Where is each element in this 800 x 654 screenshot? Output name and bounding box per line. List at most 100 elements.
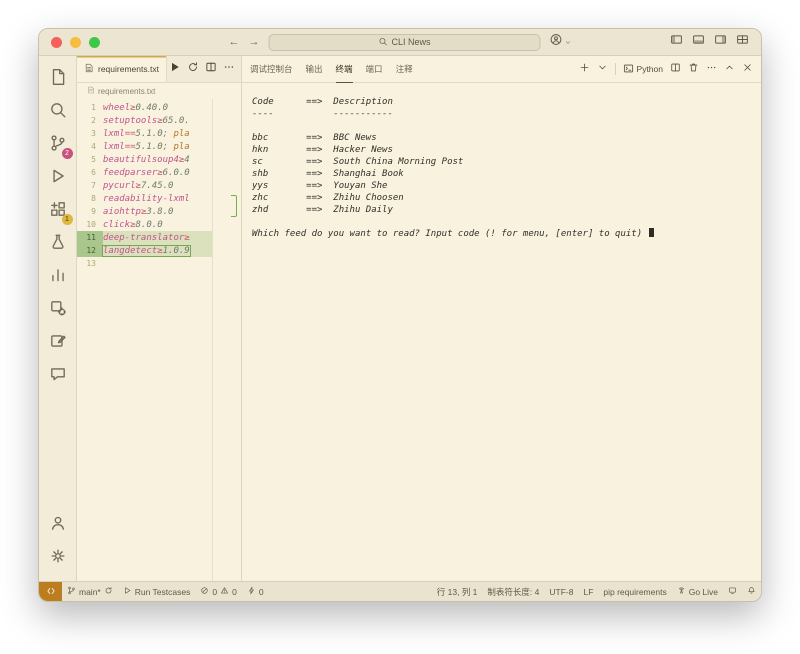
more-actions-icon[interactable] bbox=[223, 60, 235, 78]
code-line[interactable]: 12langdetect≥1.0.9 bbox=[77, 244, 212, 257]
code-line[interactable]: 8readability-lxml bbox=[77, 192, 212, 205]
code-line[interactable]: 13 bbox=[77, 257, 212, 270]
code-line[interactable]: 9aiohttp≥3.8.0 bbox=[77, 205, 212, 218]
maximize-panel-icon[interactable] bbox=[724, 60, 735, 78]
customize-layout-icon[interactable] bbox=[736, 33, 749, 51]
rerun-icon[interactable] bbox=[187, 60, 199, 78]
code-line[interactable]: 2setuptools≥65.0. bbox=[77, 114, 212, 127]
panel-tab-ports[interactable]: 端口 bbox=[366, 56, 383, 83]
panel-tab-debug-console[interactable]: 调试控制台 bbox=[250, 56, 293, 83]
editor-group: requirements.txt requirements.txt 1wheel… bbox=[77, 56, 242, 581]
file-icon bbox=[84, 63, 94, 75]
cursor-position[interactable]: 行 13, 列 1 bbox=[432, 582, 483, 601]
activity-comments[interactable] bbox=[43, 360, 73, 393]
zoom-window-button[interactable] bbox=[89, 37, 100, 48]
activity-settings[interactable] bbox=[43, 542, 73, 575]
terminal-tab-python[interactable]: Python bbox=[623, 63, 663, 76]
activity-extensions[interactable]: 1 bbox=[43, 195, 73, 228]
chat-icon bbox=[49, 365, 67, 388]
activity-explorer[interactable] bbox=[43, 63, 73, 96]
encoding-indicator[interactable]: UTF-8 bbox=[544, 582, 578, 601]
terminal-line: sc ==> South China Morning Post bbox=[252, 156, 755, 168]
ports-status[interactable]: 0 bbox=[242, 582, 269, 601]
minimize-window-button[interactable] bbox=[70, 37, 81, 48]
terminal-cursor bbox=[649, 228, 654, 237]
terminal-line: shb ==> Shanghai Book bbox=[252, 168, 755, 180]
code-text: click≥8.0.0 bbox=[103, 220, 163, 230]
terminal-line: bbc ==> BBC News bbox=[252, 132, 755, 144]
account-icon bbox=[550, 33, 563, 51]
activity-search[interactable] bbox=[43, 96, 73, 129]
activity-notebook[interactable] bbox=[43, 327, 73, 360]
code-text: setuptools≥65.0. bbox=[103, 116, 190, 126]
toggle-primary-sidebar-icon[interactable] bbox=[670, 33, 683, 51]
activity-bar: 2 1 bbox=[39, 56, 77, 581]
activity-source-control[interactable]: 2 bbox=[43, 129, 73, 162]
run-python-file-icon[interactable] bbox=[169, 60, 181, 78]
notifications[interactable] bbox=[742, 582, 761, 601]
line-number: 2 bbox=[77, 114, 103, 127]
breadcrumb[interactable]: requirements.txt bbox=[77, 83, 241, 99]
scm-badge: 2 bbox=[62, 148, 73, 159]
code-line[interactable]: 7pycurl≥7.45.0 bbox=[77, 179, 212, 192]
layout-controls bbox=[670, 29, 749, 55]
code-line[interactable]: 1wheel≥0.40.0 bbox=[77, 101, 212, 114]
code-line[interactable]: 10click≥8.0.0 bbox=[77, 218, 212, 231]
command-center[interactable]: CLI News bbox=[269, 34, 541, 51]
remote-indicator[interactable] bbox=[39, 582, 62, 601]
terminal-profile-dropdown-icon[interactable] bbox=[597, 60, 608, 78]
code-line[interactable]: 11deep-translator≥ bbox=[77, 231, 212, 244]
desktop: ← → CLI News bbox=[0, 0, 800, 654]
screen-status[interactable] bbox=[723, 582, 742, 601]
branch-status[interactable]: main* bbox=[62, 582, 118, 601]
tab-requirements-txt[interactable]: requirements.txt bbox=[77, 56, 167, 82]
terminal-line: Code ==> Description bbox=[252, 96, 755, 108]
go-live-button[interactable]: Go Live bbox=[672, 582, 723, 601]
panel-header: 调试控制台 输出 终端 端口 注释 Python bbox=[242, 56, 761, 83]
box-gear-icon bbox=[49, 299, 67, 322]
activity-testing[interactable] bbox=[43, 228, 73, 261]
editor[interactable]: 1wheel≥0.40.02setuptools≥65.0.3lxml==5.1… bbox=[77, 99, 241, 581]
language-mode-indicator[interactable]: pip requirements bbox=[598, 582, 671, 601]
run-testcases-button[interactable]: Run Testcases bbox=[118, 582, 196, 601]
extensions-badge: 1 bbox=[62, 214, 73, 225]
activity-run-debug[interactable] bbox=[43, 162, 73, 195]
overview-ruler[interactable] bbox=[212, 99, 241, 581]
close-panel-icon[interactable] bbox=[742, 60, 753, 78]
panel-tab-comments[interactable]: 注释 bbox=[396, 56, 413, 83]
history-forward-icon[interactable]: → bbox=[249, 36, 260, 48]
code-line[interactable]: 3lxml==5.1.0; pla bbox=[77, 127, 212, 140]
code-line[interactable]: 5beautifulsoup4≥4 bbox=[77, 153, 212, 166]
code-text: wheel≥0.40.0 bbox=[103, 103, 168, 113]
toggle-secondary-sidebar-icon[interactable] bbox=[714, 33, 727, 51]
split-editor-icon[interactable] bbox=[205, 60, 217, 78]
eol-indicator[interactable]: LF bbox=[578, 582, 598, 601]
terminal-line: yys ==> Youyan She bbox=[252, 180, 755, 192]
toggle-panel-icon[interactable] bbox=[692, 33, 705, 51]
more-actions-icon[interactable] bbox=[706, 60, 717, 78]
warning-count: 0 bbox=[232, 587, 237, 597]
problems-status[interactable]: 0 0 bbox=[195, 582, 241, 601]
panel-tab-terminal[interactable]: 终端 bbox=[336, 56, 353, 83]
new-terminal-icon[interactable] bbox=[579, 60, 590, 78]
panel-tab-output[interactable]: 输出 bbox=[306, 56, 323, 83]
sync-icon bbox=[104, 586, 113, 597]
line-number: 5 bbox=[77, 153, 103, 166]
kill-terminal-icon[interactable] bbox=[688, 60, 699, 78]
activity-profiler[interactable] bbox=[43, 261, 73, 294]
terminal-output[interactable]: Code ==> Description---- -----------bbc … bbox=[242, 83, 761, 581]
tab-size-indicator[interactable]: 制表符长度: 4 bbox=[482, 582, 544, 601]
terminal-line: zhd ==> Zhihu Daily bbox=[252, 204, 755, 216]
close-window-button[interactable] bbox=[51, 37, 62, 48]
history-back-icon[interactable]: ← bbox=[229, 36, 240, 48]
line-number: 4 bbox=[77, 140, 103, 153]
split-terminal-icon[interactable] bbox=[670, 60, 681, 78]
bar-chart-icon bbox=[49, 266, 67, 289]
broadcast-icon bbox=[677, 586, 686, 597]
account-menu[interactable] bbox=[550, 33, 572, 51]
activity-accounts[interactable] bbox=[43, 509, 73, 542]
code-line[interactable]: 4lxml==5.1.0; pla bbox=[77, 140, 212, 153]
activity-remote-explorer[interactable] bbox=[43, 294, 73, 327]
run-testcases-label: Run Testcases bbox=[135, 587, 191, 597]
code-line[interactable]: 6feedparser≥6.0.0 bbox=[77, 166, 212, 179]
